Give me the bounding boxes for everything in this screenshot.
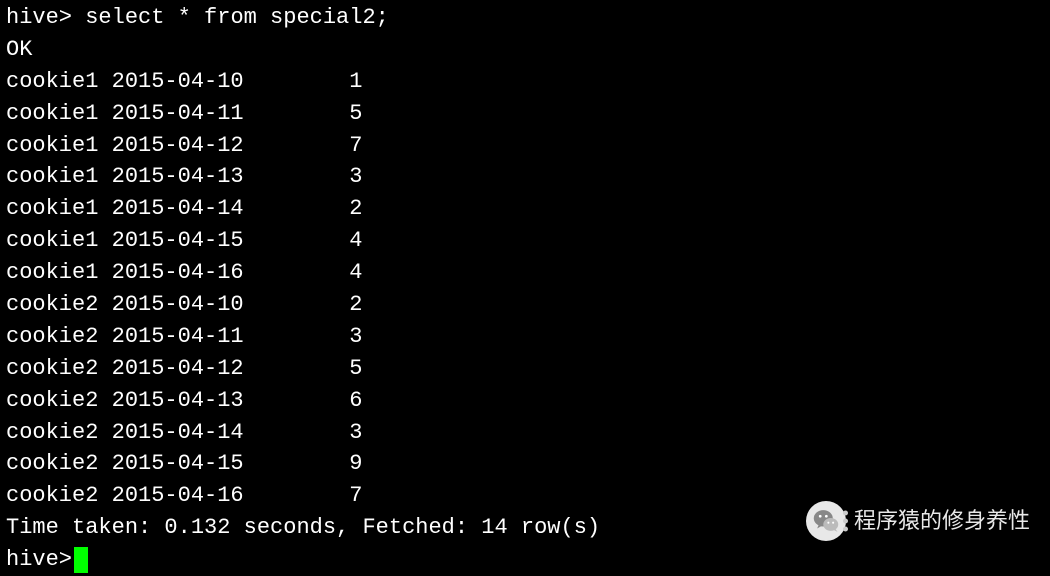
table-row: cookie1 2015-04-13 3: [6, 161, 1044, 193]
watermark-text: 程序猿的修身养性: [854, 505, 1030, 537]
prompt-line[interactable]: hive>: [6, 544, 1044, 576]
table-row: cookie1 2015-04-15 4: [6, 225, 1044, 257]
prompt: hive>: [6, 544, 72, 576]
table-row: cookie1 2015-04-16 4: [6, 257, 1044, 289]
cursor: [74, 547, 88, 573]
table-row: cookie2 2015-04-11 3: [6, 321, 1044, 353]
query-line: hive> select * from special2;: [6, 2, 1044, 34]
result-rows: cookie1 2015-04-10 1cookie1 2015-04-11 5…: [6, 66, 1044, 512]
table-row: cookie2 2015-04-15 9: [6, 448, 1044, 480]
watermark: 程序猿的修身养性: [806, 501, 1030, 541]
prompt: hive>: [6, 5, 72, 30]
table-row: cookie1 2015-04-10 1: [6, 66, 1044, 98]
query-text: select * from special2;: [85, 5, 389, 30]
table-row: cookie1 2015-04-11 5: [6, 98, 1044, 130]
wechat-icon: [806, 501, 846, 541]
table-row: cookie2 2015-04-13 6: [6, 385, 1044, 417]
terminal-output[interactable]: hive> select * from special2; OK cookie1…: [6, 2, 1044, 576]
table-row: cookie1 2015-04-14 2: [6, 193, 1044, 225]
table-row: cookie2 2015-04-12 5: [6, 353, 1044, 385]
table-row: cookie2 2015-04-10 2: [6, 289, 1044, 321]
table-row: cookie1 2015-04-12 7: [6, 130, 1044, 162]
ok-line: OK: [6, 34, 1044, 66]
table-row: cookie2 2015-04-14 3: [6, 417, 1044, 449]
